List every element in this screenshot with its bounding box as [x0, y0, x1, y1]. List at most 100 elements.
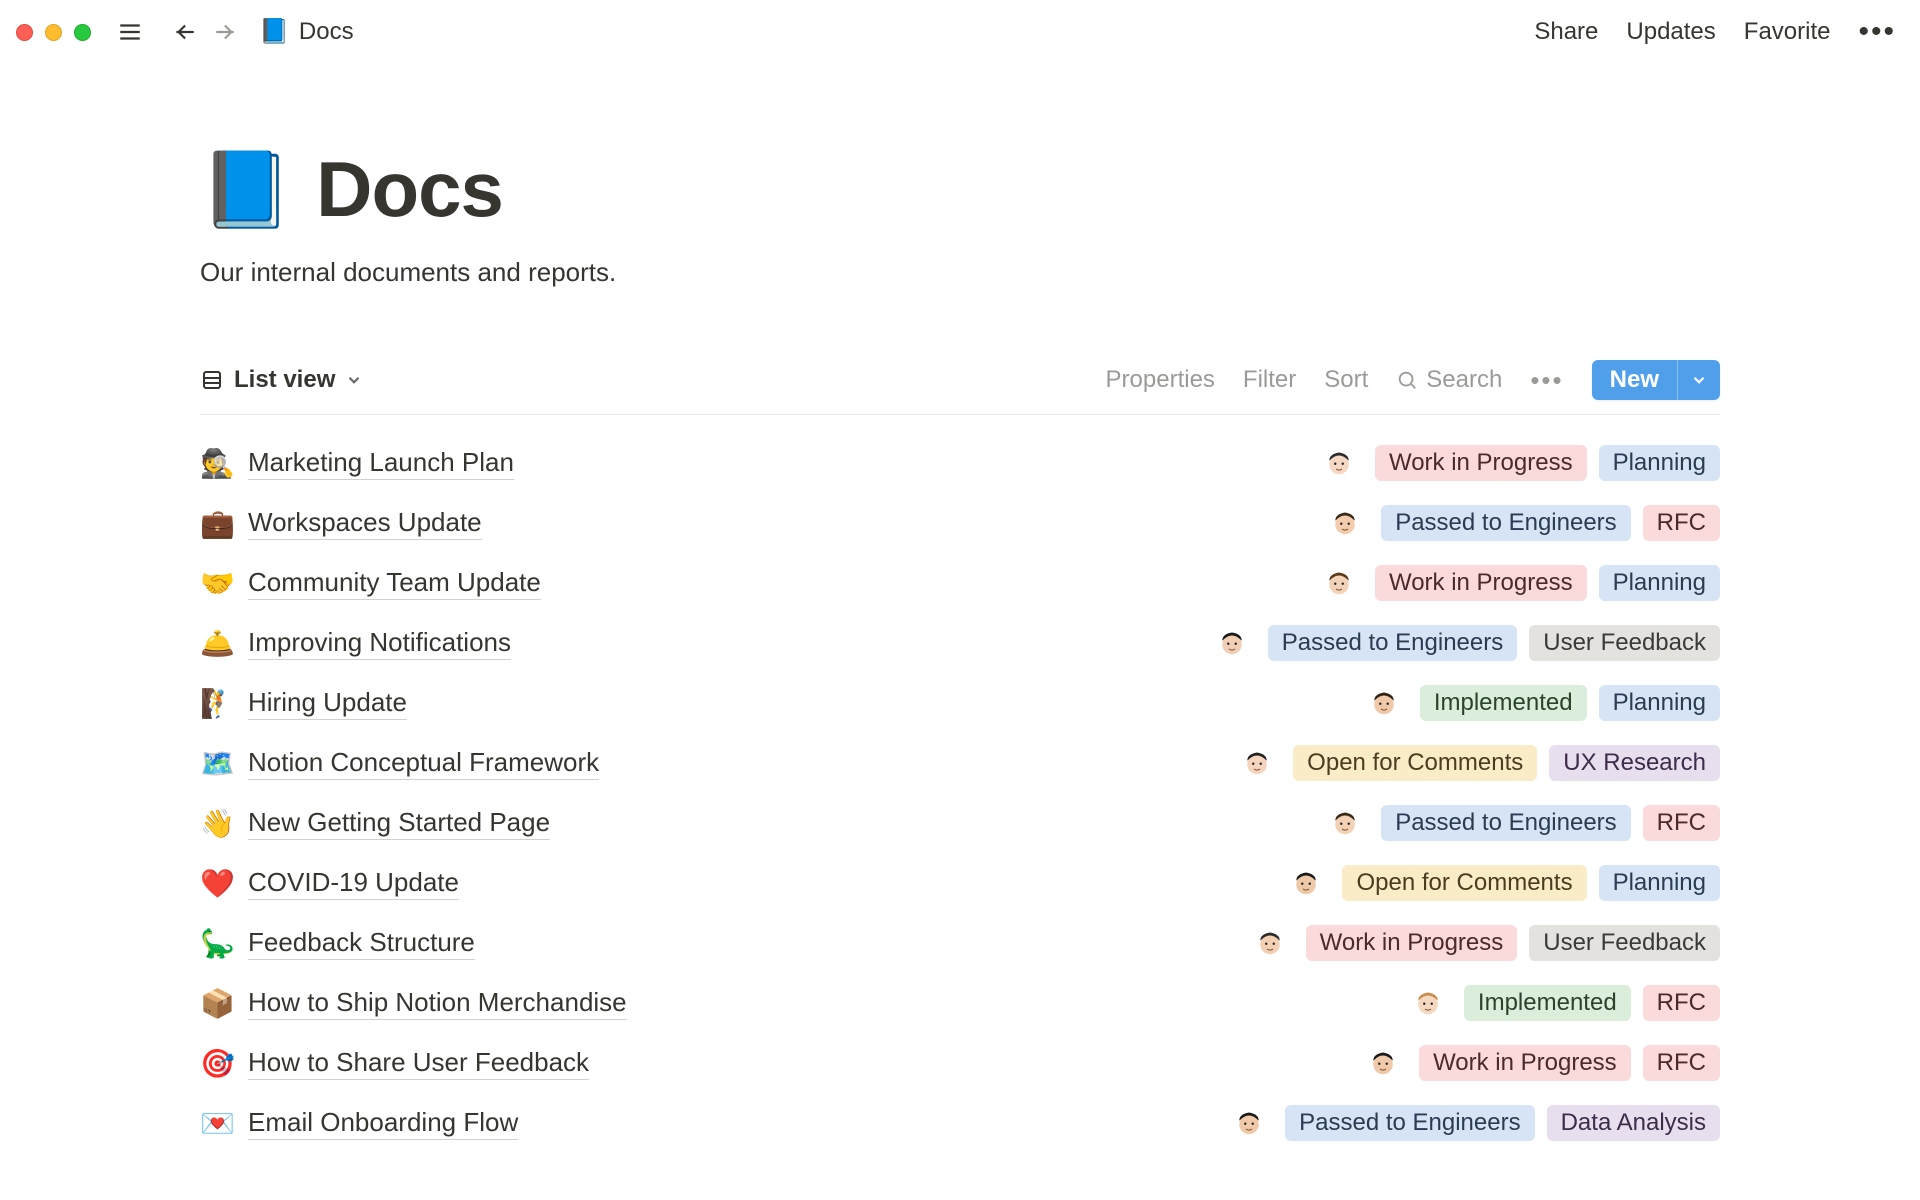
- assignee-avatar[interactable]: [1231, 1105, 1267, 1141]
- tag[interactable]: Passed to Engineers: [1381, 805, 1630, 841]
- new-button-dropdown[interactable]: [1677, 360, 1720, 400]
- list-item-link[interactable]: 🧗Hiring Update: [200, 687, 407, 720]
- list-item[interactable]: 🦕Feedback Structure Work in Progress User…: [200, 913, 1720, 973]
- assignee-avatar[interactable]: [1327, 505, 1363, 541]
- page-icon[interactable]: 📘: [200, 153, 292, 227]
- tag[interactable]: Planning: [1599, 685, 1720, 721]
- assignee-avatar[interactable]: [1365, 1045, 1401, 1081]
- properties-button[interactable]: Properties: [1106, 366, 1215, 394]
- list-item-link[interactable]: 🦕Feedback Structure: [200, 927, 475, 960]
- breadcrumb[interactable]: 📘 Docs: [259, 18, 354, 46]
- tag[interactable]: User Feedback: [1529, 625, 1720, 661]
- assignee-avatar[interactable]: [1288, 865, 1324, 901]
- list-item-title: COVID-19 Update: [248, 867, 459, 900]
- list-item-meta: Passed to Engineers User Feedback: [1214, 625, 1720, 661]
- tag[interactable]: RFC: [1643, 805, 1720, 841]
- list-item-title: How to Ship Notion Merchandise: [248, 987, 627, 1020]
- share-button[interactable]: Share: [1534, 18, 1598, 46]
- list-item-link[interactable]: 🤝 Community Team Update: [200, 567, 541, 600]
- search-button[interactable]: Search: [1396, 366, 1502, 394]
- tag[interactable]: Passed to Engineers: [1285, 1105, 1534, 1141]
- arrow-right-icon: [213, 19, 239, 45]
- list-item[interactable]: 🎯How to Share User Feedback Work in Prog…: [200, 1033, 1720, 1093]
- tag[interactable]: Implemented: [1464, 985, 1631, 1021]
- list-item-icon: 🧗: [200, 687, 234, 720]
- tag[interactable]: Planning: [1599, 865, 1720, 901]
- more-menu-button[interactable]: •••: [1858, 26, 1896, 38]
- tag[interactable]: User Feedback: [1529, 925, 1720, 961]
- list-item[interactable]: 🤝 Community Team Update Work in Progress P…: [200, 553, 1720, 613]
- tag[interactable]: Work in Progress: [1375, 445, 1587, 481]
- list-item[interactable]: 🕵️Marketing Launch Plan Work in Progress…: [200, 433, 1720, 493]
- tag[interactable]: Planning: [1599, 445, 1720, 481]
- list-item[interactable]: 💼Workspaces Update Passed to Engineers RF…: [200, 493, 1720, 553]
- list-item[interactable]: 🗺️ Notion Conceptual Framework Open for C…: [200, 733, 1720, 793]
- avatar-face-icon: [1255, 928, 1285, 958]
- view-label: List view: [234, 366, 335, 394]
- list-item-link[interactable]: 👋New Getting Started Page: [200, 807, 550, 840]
- list-item[interactable]: 📦How to Ship Notion Merchandise Implemen…: [200, 973, 1720, 1033]
- list-item[interactable]: 💌Email Onboarding Flow Passed to Enginee…: [200, 1093, 1720, 1153]
- view-switcher[interactable]: List view: [200, 366, 363, 394]
- avatar-face-icon: [1324, 568, 1354, 598]
- assignee-avatar[interactable]: [1366, 685, 1402, 721]
- tag[interactable]: Work in Progress: [1375, 565, 1587, 601]
- list-item-title: Community Team Update: [248, 567, 541, 600]
- tag[interactable]: UX Research: [1549, 745, 1720, 781]
- list-item-icon: 🗺️: [200, 747, 234, 780]
- assignee-avatar[interactable]: [1214, 625, 1250, 661]
- list-item-meta: Open for Comments Planning: [1288, 865, 1720, 901]
- sort-button[interactable]: Sort: [1324, 366, 1368, 394]
- page-title[interactable]: Docs: [316, 144, 503, 235]
- chevron-down-icon: [1690, 371, 1708, 389]
- assignee-avatar[interactable]: [1239, 745, 1275, 781]
- list-item[interactable]: 🛎️Improving Notifications Passed to Engi…: [200, 613, 1720, 673]
- tag[interactable]: Work in Progress: [1306, 925, 1518, 961]
- list-item-link[interactable]: 🛎️Improving Notifications: [200, 627, 511, 660]
- tag[interactable]: RFC: [1643, 985, 1720, 1021]
- new-button[interactable]: New: [1592, 360, 1677, 400]
- list-item-link[interactable]: ❤️COVID-19 Update: [200, 867, 459, 900]
- nav-forward-button[interactable]: [207, 13, 245, 51]
- assignee-avatar[interactable]: [1252, 925, 1288, 961]
- list-item[interactable]: 👋New Getting Started Page Passed to Engi…: [200, 793, 1720, 853]
- list-item-meta: Implemented Planning: [1366, 685, 1720, 721]
- tag[interactable]: Passed to Engineers: [1268, 625, 1517, 661]
- list-item-meta: Passed to Engineers RFC: [1327, 805, 1720, 841]
- list-item-link[interactable]: 🕵️Marketing Launch Plan: [200, 447, 514, 480]
- assignee-avatar[interactable]: [1327, 805, 1363, 841]
- tag[interactable]: RFC: [1643, 505, 1720, 541]
- list-item-link[interactable]: 💼Workspaces Update: [200, 507, 482, 540]
- list-item-link[interactable]: 🗺️ Notion Conceptual Framework: [200, 747, 599, 780]
- tag[interactable]: Work in Progress: [1419, 1045, 1631, 1081]
- assignee-avatar[interactable]: [1410, 985, 1446, 1021]
- assignee-avatar[interactable]: [1321, 445, 1357, 481]
- database-more-button[interactable]: •••: [1530, 375, 1563, 385]
- tag[interactable]: Open for Comments: [1293, 745, 1537, 781]
- tag[interactable]: Passed to Engineers: [1381, 505, 1630, 541]
- updates-button[interactable]: Updates: [1626, 18, 1715, 46]
- list-item[interactable]: 🧗Hiring Update Implemented Planning: [200, 673, 1720, 733]
- tag[interactable]: RFC: [1643, 1045, 1720, 1081]
- list-item-link[interactable]: 📦How to Ship Notion Merchandise: [200, 987, 627, 1020]
- tag[interactable]: Open for Comments: [1342, 865, 1586, 901]
- database-list: 🕵️Marketing Launch Plan Work in Progress…: [200, 433, 1720, 1153]
- tag[interactable]: Planning: [1599, 565, 1720, 601]
- list-item-meta: Implemented RFC: [1410, 985, 1720, 1021]
- list-item[interactable]: ❤️COVID-19 Update Open for Comments Plann…: [200, 853, 1720, 913]
- window-minimize-icon[interactable]: [45, 24, 62, 41]
- assignee-avatar[interactable]: [1321, 565, 1357, 601]
- favorite-button[interactable]: Favorite: [1744, 18, 1831, 46]
- window-zoom-icon[interactable]: [74, 24, 91, 41]
- window-close-icon[interactable]: [16, 24, 33, 41]
- tag[interactable]: Data Analysis: [1547, 1105, 1720, 1141]
- list-item-link[interactable]: 🎯How to Share User Feedback: [200, 1047, 589, 1080]
- list-item-title: Notion Conceptual Framework: [248, 747, 599, 780]
- nav-back-button[interactable]: [165, 13, 203, 51]
- tag[interactable]: Implemented: [1420, 685, 1587, 721]
- page-subtitle[interactable]: Our internal documents and reports.: [200, 257, 1720, 288]
- filter-button[interactable]: Filter: [1243, 366, 1296, 394]
- list-item-link[interactable]: 💌Email Onboarding Flow: [200, 1107, 518, 1140]
- sidebar-toggle-button[interactable]: [111, 13, 149, 51]
- list-item-icon: 🤝: [200, 567, 234, 600]
